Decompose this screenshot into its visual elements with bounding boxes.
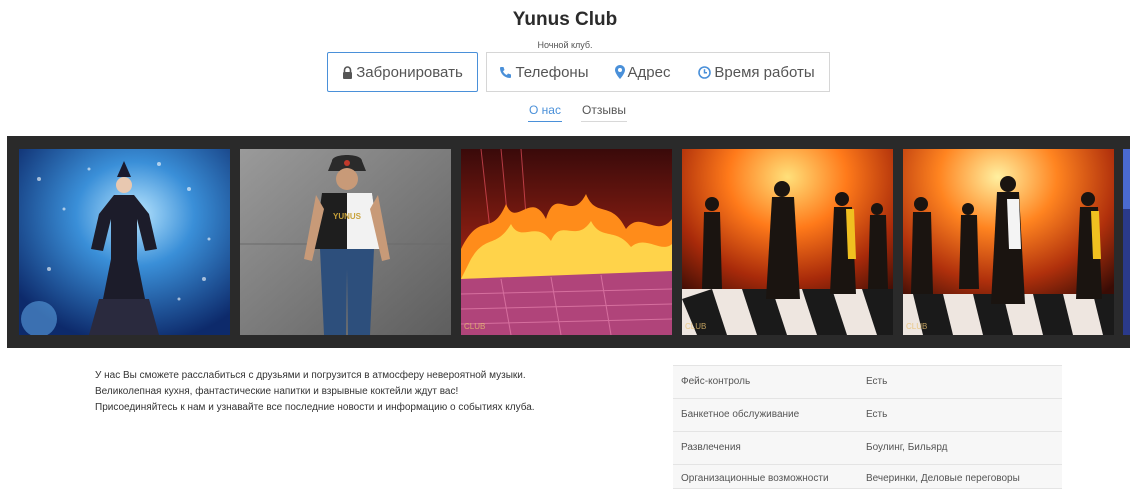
table-row: Банкетное обслуживание Есть [673,399,1062,432]
tab-reviews[interactable]: Отзывы [581,102,627,122]
book-button-label: Забронировать [356,63,463,81]
phone-icon [499,66,512,79]
hours-button[interactable]: Время работы [684,52,830,92]
description-line: У нас Вы сможете расслабиться с друзьями… [95,370,526,381]
table-row: Организационные возможности Вечеринки, Д… [673,465,1062,489]
description-line: Великолепная кухня, фантастические напит… [95,386,459,397]
address-button-label: Адрес [627,63,671,81]
info-key: Фейс-контроль [681,376,751,387]
clock-icon [698,65,712,79]
club-info-table: Фейс-контроль Есть Банкетное обслуживани… [673,365,1062,489]
photo-gallery: YUNUS CLUB CLUB CLUB [7,136,1130,348]
photo-watermark: CLUB [464,322,485,331]
address-button[interactable]: Адрес [601,52,685,92]
phones-button-label: Телефоны [515,63,589,81]
book-button[interactable]: Забронировать [327,52,478,92]
page-subtitle: Ночной клуб. [537,40,593,50]
shirt-print: YUNUS [333,212,362,221]
info-key: Развлечения [681,442,741,453]
photo-watermark: CLUB [906,322,927,331]
gallery-photo-performer[interactable] [19,149,230,335]
page-title: Yunus Club [512,9,618,30]
table-row: Развлечения Боулинг, Бильярд [673,432,1062,465]
info-value: Вечеринки, Деловые переговоры [866,473,1020,484]
info-key: Банкетное обслуживание [681,409,800,420]
club-page: Yunus Club Ночной клуб. Забронировать Те… [0,0,1130,501]
info-value: Боулинг, Бильярд [866,442,948,453]
tab-about[interactable]: О нас [528,102,562,122]
lock-icon [342,65,353,79]
hours-button-label: Время работы [714,63,815,81]
gallery-photo-dancers[interactable]: CLUB [682,149,893,335]
section-tabs: О нас Отзывы [0,102,1130,124]
map-marker-icon [614,65,625,79]
info-value: Есть [866,409,888,420]
gallery-photo-man-in-cap[interactable]: YUNUS [240,149,451,335]
gallery-photo-partial[interactable] [1123,149,1130,335]
table-row: Фейс-контроль Есть [673,366,1062,399]
gallery-photo-dancers-2[interactable]: CLUB [903,149,1114,335]
club-description: У нас Вы сможете расслабиться с друзьями… [95,368,655,416]
phones-button[interactable]: Телефоны [486,52,602,92]
photo-watermark: CLUB [685,322,706,331]
action-buttons: Забронировать Телефоны Адрес Время работ… [0,52,1130,92]
description-line: Присоединяйтесь к нам и узнавайте все по… [95,402,535,413]
info-key: Организационные возможности [681,473,829,484]
info-value: Есть [866,376,888,387]
gallery-photo-fire-bar[interactable]: CLUB [461,149,672,335]
